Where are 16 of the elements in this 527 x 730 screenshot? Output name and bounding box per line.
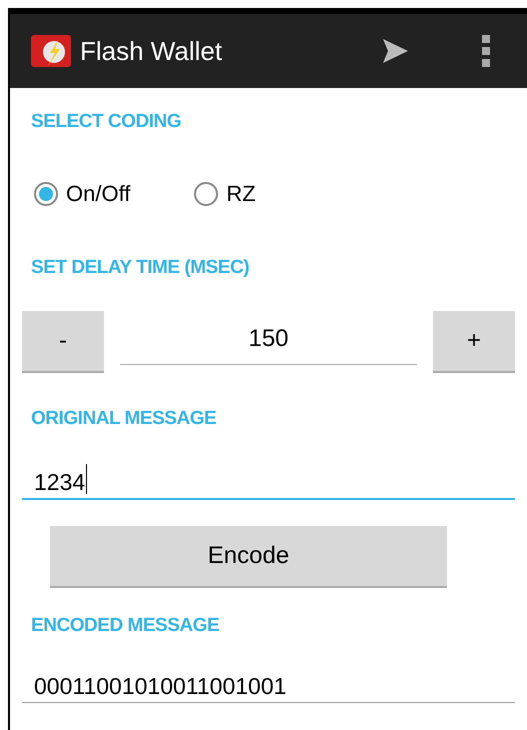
decrement-button[interactable]: - [22,311,104,373]
section-label: SELECT CODING [31,112,182,131]
wallet-logo-icon [30,32,72,70]
section-label: SET DELAY TIME (MSEC) [31,258,250,277]
send-icon[interactable] [381,37,409,65]
radio-option[interactable]: On/Off [34,177,130,210]
overflow-menu-icon[interactable] [481,35,491,67]
encode-button[interactable]: Encode [50,526,447,588]
increment-button[interactable]: + [433,311,515,373]
delay-field[interactable]: 150 [120,313,417,365]
section-label: ORIGINAL MESSAGE [31,409,218,428]
section-label: ENCODED MESSAGE [31,616,220,635]
app-title: Flash Wallet [80,34,224,68]
text-field[interactable]: 00011001010011001001 [22,661,515,703]
text-field[interactable]: 1234 [22,458,515,500]
radio-option[interactable]: RZ [194,177,256,210]
